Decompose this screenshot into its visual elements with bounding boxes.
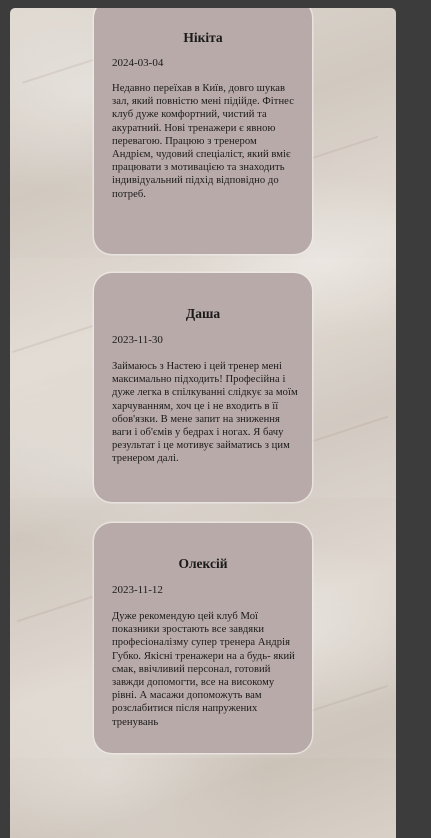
reviews-page: Нікіта 2024-03-04 Недавно переїхав в Киї… [10, 8, 396, 838]
review-text: Займаюсь з Настею і цей тренер мені макс… [112, 361, 298, 465]
review-card: Даша 2023-11-30 Займаюсь з Настею і цей … [94, 273, 312, 502]
review-date: 2023-11-12 [112, 584, 163, 596]
review-text: Дуже рекомендую цей клуб Мої показники з… [112, 611, 295, 728]
review-card: Олексій 2023-11-12 Дуже рекомендую цей к… [94, 523, 312, 753]
review-text: Недавно переїхав в Київ, довго шукав зал… [112, 83, 294, 200]
review-card: Нікіта 2024-03-04 Недавно переїхав в Киї… [94, 8, 312, 254]
review-date: 2023-11-30 [112, 334, 163, 346]
reviewer-name: Даша [185, 306, 221, 321]
review-date: 2024-03-04 [112, 57, 164, 69]
reviewer-name: Олексій [178, 556, 228, 571]
reviewer-name: Нікіта [183, 30, 223, 45]
